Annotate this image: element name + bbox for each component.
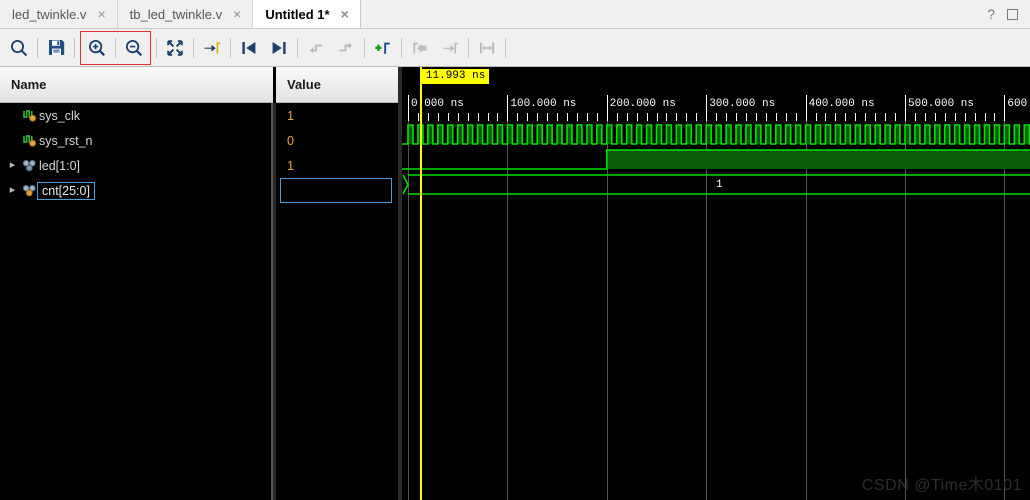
previous-marker-icon xyxy=(405,33,435,63)
signal-name-panel: ▶ sys_clk ▶ sys_rst_n xyxy=(0,103,273,500)
tab-led-twinkle[interactable]: led_twinkle.v × xyxy=(0,0,118,28)
bus-signal-icon xyxy=(19,183,39,198)
signal-name-label: sys_clk xyxy=(39,108,80,123)
zoom-controls-highlight xyxy=(80,30,151,65)
expand-chevron-icon[interactable]: ▸ xyxy=(6,185,19,196)
tab-label: led_twinkle.v xyxy=(12,6,87,22)
toolbar-separator xyxy=(230,37,231,58)
toolbar-separator xyxy=(115,37,116,58)
signal-row-led[interactable]: ▸ led[1:0] xyxy=(0,153,271,178)
signal-value-sys-rst-n: 0 xyxy=(287,133,294,148)
name-column-header[interactable]: Name xyxy=(0,67,273,103)
close-icon[interactable]: × xyxy=(231,7,243,21)
toolbar-separator xyxy=(37,37,38,58)
next-marker-icon xyxy=(435,33,465,63)
signal-name-label: led[1:0] xyxy=(39,158,81,173)
save-icon[interactable] xyxy=(41,33,71,63)
toolbar-separator xyxy=(74,37,75,58)
value-column-header[interactable]: Value xyxy=(276,67,398,103)
signal-row-sys-rst-n[interactable]: ▶ sys_rst_n xyxy=(0,128,271,153)
zoom-out-icon[interactable] xyxy=(119,33,149,63)
signal-value-sys-clk: 1 xyxy=(287,108,294,123)
measure-icon xyxy=(472,33,502,63)
search-icon[interactable] xyxy=(4,33,34,63)
signal-value-cnt-selected[interactable] xyxy=(280,178,392,203)
tab-untitled-1[interactable]: Untitled 1* × xyxy=(253,0,361,28)
maximize-square-icon[interactable] xyxy=(1007,8,1018,20)
question-mark-icon[interactable]: ? xyxy=(987,7,995,21)
waveform-canvas[interactable]: CSDN @Time木0101 0.000 ns 100.000 ns 200.00… xyxy=(402,67,1030,500)
bit-signal-icon xyxy=(19,108,39,123)
tab-bar: led_twinkle.v × tb_led_twinkle.v × Untit… xyxy=(0,0,1030,29)
zoom-fit-icon[interactable] xyxy=(160,33,190,63)
tab-label: tb_led_twinkle.v xyxy=(129,6,223,22)
bus-signal-icon xyxy=(19,158,39,173)
toolbar-separator xyxy=(468,37,469,58)
name-header-label: Name xyxy=(11,77,47,92)
time-cursor[interactable] xyxy=(419,67,422,500)
waveform-traces xyxy=(402,124,1030,195)
signal-name-label-selected[interactable]: cnt[25:0] xyxy=(37,181,95,200)
go-to-time-icon[interactable] xyxy=(197,33,227,63)
bus-value-label: 1 xyxy=(716,179,723,191)
window-controls: ? xyxy=(981,0,1030,28)
bit-signal-icon xyxy=(19,133,39,148)
waveform-viewer-window: led_twinkle.v × tb_led_twinkle.v × Untit… xyxy=(0,0,1030,500)
tab-bar-filler xyxy=(360,0,982,28)
expand-chevron-icon[interactable]: ▸ xyxy=(6,160,19,171)
signal-value-panel: 1 0 1 xyxy=(276,103,398,500)
next-edge-icon xyxy=(331,33,361,63)
watermark-text: CSDN @Time木0101 xyxy=(861,477,1022,494)
tab-label: Untitled 1* xyxy=(265,6,330,22)
toolbar-separator xyxy=(297,37,298,58)
toolbar-separator xyxy=(364,37,365,58)
close-icon[interactable]: × xyxy=(339,7,351,21)
signal-name-label: sys_rst_n xyxy=(39,133,93,148)
toolbar xyxy=(0,29,1030,67)
add-marker-icon[interactable] xyxy=(368,33,398,63)
toolbar-separator xyxy=(193,37,194,58)
toolbar-separator xyxy=(401,37,402,58)
previous-edge-icon xyxy=(301,33,331,63)
signal-row-cnt[interactable]: ▸ cnt[25:0] xyxy=(0,178,271,203)
value-header-label: Value xyxy=(287,77,321,92)
toolbar-separator xyxy=(156,37,157,58)
close-icon[interactable]: × xyxy=(95,7,107,21)
zoom-in-icon[interactable] xyxy=(82,33,112,63)
waveform-main-area: Name Value ▶ sys_clk ▶ xyxy=(0,67,1030,500)
signal-row-sys-clk[interactable]: ▶ sys_clk xyxy=(0,103,271,128)
previous-transition-icon[interactable] xyxy=(234,33,264,63)
tab-tb-led-twinkle[interactable]: tb_led_twinkle.v × xyxy=(117,0,254,28)
cursor-time-flag: 11.993 ns xyxy=(421,69,490,84)
signal-value-led: 1 xyxy=(287,158,294,173)
toolbar-separator xyxy=(505,37,506,58)
next-transition-icon[interactable] xyxy=(264,33,294,63)
